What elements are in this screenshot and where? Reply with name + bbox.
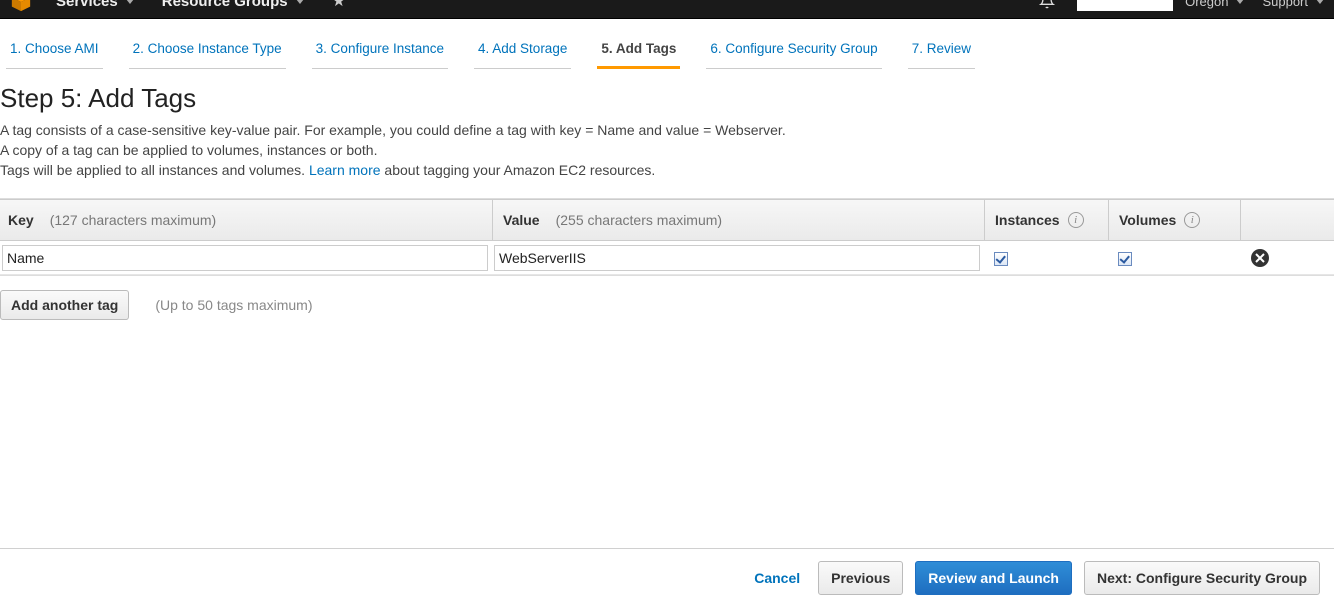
chevron-down-icon: [126, 0, 134, 4]
region-selector[interactable]: Oregon: [1185, 0, 1244, 9]
table-header: Key (127 characters maximum) Value (255 …: [0, 199, 1334, 241]
col-header-value: Value (255 characters maximum): [492, 200, 984, 240]
col-key-hint: (127 characters maximum): [50, 212, 217, 228]
table-row: [0, 241, 1334, 275]
desc-line-3: Tags will be applied to all instances an…: [0, 160, 1334, 180]
learn-more-link[interactable]: Learn more: [309, 162, 381, 178]
support-menu[interactable]: Support: [1262, 0, 1324, 9]
next-configure-security-group-button[interactable]: Next: Configure Security Group: [1084, 561, 1320, 595]
nav-services[interactable]: Services: [56, 0, 134, 10]
close-icon: [1255, 253, 1265, 263]
region-label: Oregon: [1185, 0, 1228, 9]
col-header-delete: [1240, 200, 1280, 240]
desc-line-1: A tag consists of a case-sensitive key-v…: [0, 120, 1334, 140]
col-key-label: Key: [8, 212, 34, 228]
tag-key-input[interactable]: [2, 245, 488, 271]
info-icon[interactable]: i: [1184, 212, 1200, 228]
footer-actions: Cancel Previous Review and Launch Next: …: [0, 548, 1334, 606]
main-content: Step 5: Add Tags A tag consists of a cas…: [0, 69, 1334, 320]
nav-resource-groups-label: Resource Groups: [162, 0, 288, 10]
nav-services-label: Services: [56, 0, 118, 10]
tab-add-storage[interactable]: 4. Add Storage: [474, 33, 571, 69]
chevron-down-icon: [296, 0, 304, 4]
desc-line-3b: about tagging your Amazon EC2 resources.: [381, 162, 656, 178]
tab-review[interactable]: 7. Review: [908, 33, 975, 69]
nav-resource-groups[interactable]: Resource Groups: [162, 0, 304, 10]
col-header-volumes: Volumes i: [1108, 200, 1240, 240]
page-title: Step 5: Add Tags: [0, 83, 1334, 120]
tab-configure-instance[interactable]: 3. Configure Instance: [312, 33, 448, 69]
wizard-tabs: 1. Choose AMI 2. Choose Instance Type 3.…: [0, 19, 1334, 69]
tags-table: Key (127 characters maximum) Value (255 …: [0, 198, 1334, 276]
tab-choose-ami[interactable]: 1. Choose AMI: [6, 33, 103, 69]
col-header-key: Key (127 characters maximum): [0, 200, 492, 240]
previous-button[interactable]: Previous: [818, 561, 903, 595]
review-and-launch-button[interactable]: Review and Launch: [915, 561, 1072, 595]
desc-line-3a: Tags will be applied to all instances an…: [0, 162, 309, 178]
aws-logo-icon[interactable]: [10, 0, 32, 13]
add-tag-hint: (Up to 50 tags maximum): [155, 297, 312, 313]
info-icon[interactable]: i: [1068, 212, 1084, 228]
col-value-label: Value: [503, 212, 540, 228]
tab-add-tags[interactable]: 5. Add Tags: [597, 33, 680, 69]
pin-icon[interactable]: ★: [332, 0, 346, 11]
add-tag-row: Add another tag (Up to 50 tags maximum): [0, 290, 1334, 320]
col-header-instances: Instances i: [984, 200, 1108, 240]
account-area[interactable]: [1077, 0, 1173, 11]
col-value-hint: (255 characters maximum): [556, 212, 723, 228]
top-nav: Services Resource Groups ★ Oregon Suppor…: [0, 0, 1334, 19]
delete-row-button[interactable]: [1251, 249, 1269, 267]
chevron-down-icon: [1316, 0, 1324, 4]
tab-configure-security-group[interactable]: 6. Configure Security Group: [706, 33, 881, 69]
tag-value-input[interactable]: [494, 245, 980, 271]
support-label: Support: [1262, 0, 1308, 9]
cancel-button[interactable]: Cancel: [754, 570, 800, 586]
chevron-down-icon: [1236, 0, 1244, 4]
add-another-tag-button[interactable]: Add another tag: [0, 290, 129, 320]
tab-choose-instance-type[interactable]: 2. Choose Instance Type: [129, 33, 286, 69]
bell-icon[interactable]: [1039, 0, 1055, 12]
col-instances-label: Instances: [995, 212, 1060, 228]
page-description: A tag consists of a case-sensitive key-v…: [0, 120, 1334, 180]
col-volumes-label: Volumes: [1119, 212, 1176, 228]
volumes-checkbox[interactable]: [1118, 252, 1132, 266]
instances-checkbox[interactable]: [994, 252, 1008, 266]
desc-line-2: A copy of a tag can be applied to volume…: [0, 140, 1334, 160]
